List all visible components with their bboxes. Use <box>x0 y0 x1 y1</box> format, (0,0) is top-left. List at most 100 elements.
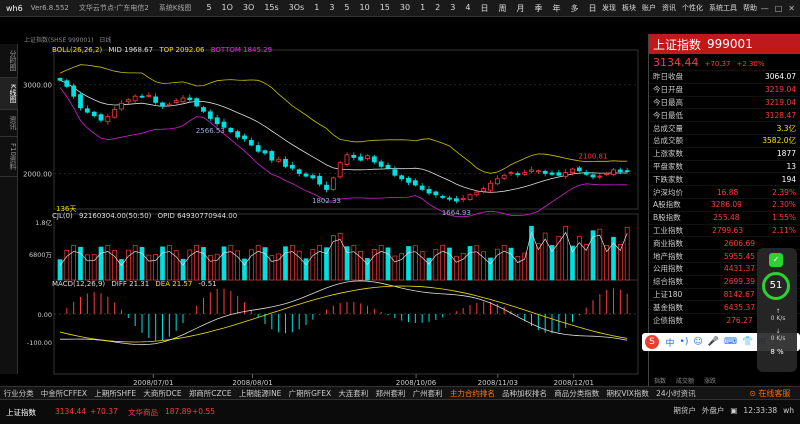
period-button[interactable]: 周 <box>493 3 511 14</box>
quote-row-label: 综合指数 <box>653 277 683 287</box>
period-button[interactable]: 3 <box>445 3 460 14</box>
status-idx1-change: +70.37 <box>90 407 118 416</box>
ime-item-icon[interactable]: ☺ <box>691 337 705 347</box>
period-button[interactable]: 5 <box>201 3 216 14</box>
system-monitor-widget[interactable]: ✓ 51 ↑ 0 K/s ↓ 0 K/s 8 % <box>757 248 797 372</box>
period-button[interactable]: 4 <box>460 3 475 14</box>
category-tab[interactable]: 上期能源INE <box>235 388 285 399</box>
volume-bar <box>160 246 165 281</box>
category-tab[interactable]: 主力合约排名 <box>446 388 498 399</box>
period-button[interactable]: 多 <box>565 3 583 14</box>
period-button[interactable]: 3Os <box>284 3 310 14</box>
candle-body <box>317 175 323 185</box>
category-tab[interactable]: 广期所GFEX <box>285 388 335 399</box>
left-tab[interactable]: 分时图 <box>0 44 18 78</box>
period-button[interactable]: 3O <box>238 3 259 14</box>
quote-row-label: 基金指数 <box>653 302 683 312</box>
period-button[interactable]: 2 <box>430 3 445 14</box>
period-button[interactable]: 月 <box>511 3 529 14</box>
quote-tab[interactable]: 指数 <box>649 376 671 386</box>
boll-bottom-line <box>59 87 628 218</box>
quote-tab[interactable]: 成交额 <box>671 376 699 386</box>
category-tab[interactable]: 商品分类指数 <box>551 388 603 399</box>
category-tab[interactable]: 大商所DCE <box>140 388 185 399</box>
ime-item-icon[interactable]: 中 <box>663 336 677 349</box>
ime-logo-icon[interactable]: S <box>645 335 659 349</box>
period-button[interactable]: 1 <box>415 3 430 14</box>
left-tab[interactable]: 资讯 <box>0 110 18 137</box>
futures-account-button[interactable]: 期货户 <box>673 405 696 416</box>
category-tab[interactable]: 大连套利 <box>335 388 372 399</box>
candle-body <box>535 170 541 173</box>
quote-row-label: 下跌家数 <box>653 174 683 184</box>
status-idx1-name[interactable]: 上证指数 <box>6 407 36 418</box>
category-tab[interactable]: 郑州套利 <box>372 388 409 399</box>
top-menu-item[interactable]: 资讯 <box>659 3 679 13</box>
boll-top-line <box>59 64 628 174</box>
macd-dea: DEA 21.57 <box>155 280 193 288</box>
quote-row-value: 3582.0亿 <box>762 136 796 146</box>
app-version: Ver6.8.552 <box>30 4 69 12</box>
category-tab[interactable]: 期权VIX指数 <box>603 388 653 399</box>
category-tab[interactable]: 上期所SHFE <box>91 388 140 399</box>
macd-tick-label: 0.00 <box>38 311 52 319</box>
status-idx2-name[interactable]: 文华商品 <box>128 407 158 418</box>
top-menu-item[interactable]: 板块 <box>619 3 639 13</box>
category-tab[interactable]: 中金所CFFEX <box>37 388 90 399</box>
ime-item-icon[interactable]: •) <box>677 337 691 347</box>
upload-speed-value: 0 K/s <box>770 315 786 322</box>
top-menu-item[interactable]: 发现 <box>599 3 619 13</box>
period-button[interactable]: 1 <box>309 3 324 14</box>
online-service-link[interactable]: ⊙ 在线客服 <box>746 388 794 399</box>
download-speed: ↓ 0 K/s <box>770 328 786 342</box>
boll-mid-line <box>59 79 628 193</box>
quote-row: 昨日收盘 3064.07 <box>649 70 800 83</box>
period-button[interactable]: 15 <box>375 3 395 14</box>
period-button[interactable]: 季 <box>529 3 547 14</box>
top-menu-item[interactable]: 账户 <box>639 3 659 13</box>
candle-body <box>488 182 493 191</box>
period-button[interactable]: 1O <box>217 3 238 14</box>
period-button[interactable]: 日 <box>475 3 493 14</box>
category-tab[interactable]: 品种加权排名 <box>498 388 550 399</box>
quote-row-value: 2799.63 <box>712 225 744 235</box>
top-menu-item[interactable]: 个性化 <box>679 3 706 13</box>
candle-body <box>276 158 282 162</box>
candle-body <box>112 109 118 118</box>
score-ring: 51 <box>762 272 790 300</box>
volume-bar <box>419 251 425 281</box>
candle-body <box>440 195 446 198</box>
ime-item-icon[interactable]: ⌨ <box>721 337 739 347</box>
close-icon[interactable]: ✕ <box>785 4 798 13</box>
ime-item-icon[interactable]: 🎤 <box>705 337 721 347</box>
quote-row-value: 3064.07 <box>764 72 796 82</box>
category-tab[interactable]: 行业分类 <box>0 388 37 399</box>
server-node[interactable]: 文华云节点-广东电信2 <box>79 3 149 13</box>
foreign-account-button[interactable]: 外盘户 <box>702 405 725 416</box>
candle-body <box>611 169 616 175</box>
chart-period[interactable]: 日线 <box>99 35 111 44</box>
ime-item-icon[interactable]: 👕 <box>739 337 755 347</box>
period-button[interactable]: 10 <box>355 3 375 14</box>
left-tab[interactable]: F10资料 <box>0 137 18 177</box>
boll-mid: MID 1968.67 <box>108 46 154 54</box>
category-tab[interactable]: 24小时资讯 <box>653 388 700 399</box>
period-button[interactable]: 年 <box>547 3 565 14</box>
candle-body <box>433 191 439 196</box>
category-tab[interactable]: 广州套利 <box>409 388 446 399</box>
period-button[interactable]: 15s <box>259 3 283 14</box>
maximize-icon[interactable]: □ <box>772 4 786 13</box>
top-menu-item[interactable]: 系统工具 <box>706 3 740 13</box>
period-button[interactable]: 3 <box>324 3 339 14</box>
category-tab[interactable]: 郑商所CZCE <box>185 388 235 399</box>
volume-bar <box>515 256 521 281</box>
period-button[interactable]: 30 <box>395 3 415 14</box>
candle-body <box>91 111 97 117</box>
clock-time: 12:33:38 <box>743 406 778 415</box>
left-tab[interactable]: K线图 <box>0 78 18 110</box>
candle-body <box>132 95 138 102</box>
candle-body <box>399 175 405 180</box>
quote-tab[interactable]: 涨跌 <box>699 376 721 386</box>
minimize-icon[interactable]: — <box>758 4 772 13</box>
period-button[interactable]: 5 <box>339 3 354 14</box>
